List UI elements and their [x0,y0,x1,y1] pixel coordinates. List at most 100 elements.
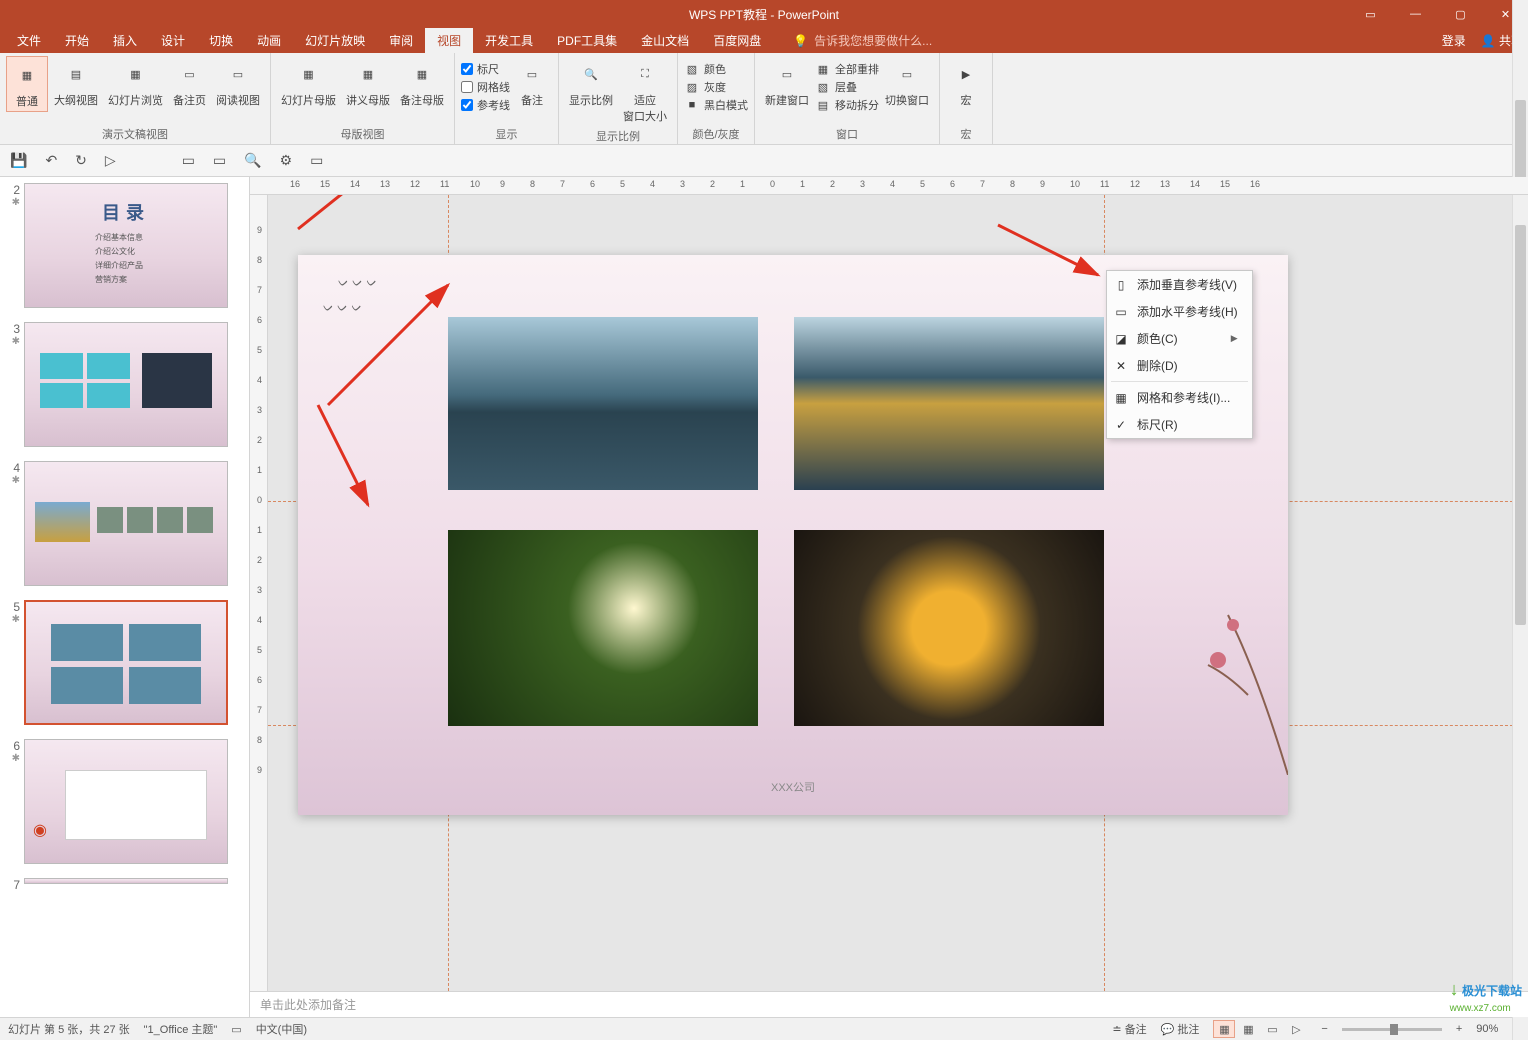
menu-add-vertical-guide[interactable]: ▯添加垂直参考线(V) [1107,271,1252,298]
notes-master-button[interactable]: ▦备注母版 [396,56,448,110]
maximize-button[interactable]: ▢ [1438,0,1483,28]
tab-transitions[interactable]: 切换 [197,28,245,53]
tell-me-search[interactable]: 💡 告诉我您想要做什么... [793,32,932,49]
image-leaf[interactable] [448,530,758,726]
outline-view-button[interactable]: ▤大纲视图 [50,56,102,110]
group-label: 窗口 [761,124,933,142]
notes-toggle[interactable]: ≐ 备注 [1112,1021,1146,1037]
login-link[interactable]: 登录 [1442,32,1466,49]
tab-pdf-tools[interactable]: PDF工具集 [545,28,629,53]
qat-icon-2[interactable]: ▭ [213,152,226,169]
tab-slideshow[interactable]: 幻灯片放映 [293,28,377,53]
undo-button[interactable]: ↶ [45,152,57,169]
image-maple[interactable] [794,530,1104,726]
ribbon-display-icon[interactable]: ▭ [1348,0,1393,28]
slide-thumb-6[interactable]: 6✱ ◉ [6,739,243,864]
tab-developer[interactable]: 开发工具 [473,28,545,53]
menu-add-horizontal-guide[interactable]: ▭添加水平参考线(H) [1107,298,1252,325]
new-window-button[interactable]: ▭新建窗口 [761,56,813,110]
tab-review[interactable]: 审阅 [377,28,425,53]
handout-master-button[interactable]: ▦讲义母版 [342,56,394,110]
tab-file[interactable]: 文件 [5,28,53,53]
slide-thumb-2[interactable]: 2✱ 目录 介绍基本信息 介绍公文化 详细介绍产品 营销方案 [6,183,243,308]
guides-checkbox[interactable]: 参考线 [461,96,510,114]
macros-button[interactable]: ▶宏 [946,56,986,110]
editor-scrollbar[interactable] [1512,195,1528,991]
tab-animations[interactable]: 动画 [245,28,293,53]
grayscale-button[interactable]: ▨灰度 [684,78,748,96]
menu-bar: 文件 开始 插入 设计 切换 动画 幻灯片放映 审阅 视图 开发工具 PDF工具… [0,28,1528,53]
fit-icon: ⛶ [629,58,661,90]
sorter-icon: ▦ [120,58,152,90]
tab-baidu[interactable]: 百度网盘 [701,28,773,53]
annotation-arrow [288,195,488,239]
qat-icon-1[interactable]: ▭ [182,152,195,169]
slide-thumbnails-panel[interactable]: 2✱ 目录 介绍基本信息 介绍公文化 详细介绍产品 营销方案 3✱ 4✱ [0,177,250,1017]
switch-windows-button[interactable]: ▭切换窗口 [881,56,933,110]
arrange-icon: ▦ [815,61,831,77]
title-bar: WPS PPT教程 - PowerPoint ▭ — ▢ ✕ [0,0,1528,28]
new-window-icon: ▭ [771,58,803,90]
slideshow-view-btn[interactable]: ▷ [1285,1020,1307,1038]
tab-insert[interactable]: 插入 [101,28,149,53]
fit-window-button[interactable]: ⛶适应窗口大小 [619,56,671,126]
normal-view-button[interactable]: ▦普通 [6,56,48,112]
minimize-button[interactable]: — [1393,0,1438,28]
spell-check-icon[interactable]: ▭ [231,1023,241,1036]
normal-view-btn[interactable]: ▦ [1213,1020,1235,1038]
tab-design[interactable]: 设计 [149,28,197,53]
vertical-ruler[interactable]: 9876543210123456789 [250,195,268,991]
menu-grid-and-guides[interactable]: ▦网格和参考线(I)... [1107,384,1252,411]
zoom-button[interactable]: 🔍显示比例 [565,56,617,110]
canvas-area[interactable]: ᨆ ᨆ ᨆ ᨆ ᨆ ᨆ XXX公司 ▯添加垂直参考线(V) ▭ [268,195,1528,991]
arrange-all-button[interactable]: ▦全部重排 [815,60,879,78]
tab-home[interactable]: 开始 [53,28,101,53]
move-split-button[interactable]: ▤移动拆分 [815,96,879,114]
menu-ruler[interactable]: ✓标尺(R) [1107,411,1252,438]
zoom-in-button[interactable]: + [1456,1023,1462,1035]
v-guide-icon: ▯ [1114,278,1128,292]
sorter-view-btn[interactable]: ▦ [1237,1020,1259,1038]
slide-master-icon: ▦ [293,58,325,90]
comments-toggle[interactable]: 💬 批注 [1161,1021,1200,1037]
save-button[interactable]: 💾 [10,152,27,169]
qat-icon-4[interactable]: ⚙ [280,152,293,169]
window-title: WPS PPT教程 - PowerPoint [689,6,839,23]
slide-sorter-button[interactable]: ▦幻灯片浏览 [104,56,167,110]
qat-icon-5[interactable]: ▭ [310,152,323,169]
redo-button[interactable]: ↻ [75,152,87,169]
slide-master-button[interactable]: ▦幻灯片母版 [277,56,340,110]
slide-thumb-5[interactable]: 5✱ [6,600,243,725]
zoom-out-button[interactable]: − [1321,1023,1327,1035]
quick-access-toolbar: 💾 ↶ ↻ ▷ ▭ ▭ 🔍 ⚙ ▭ [0,145,1528,177]
slide-counter[interactable]: 幻灯片 第 5 张，共 27 张 [8,1021,130,1037]
zoom-percent[interactable]: 90% [1476,1023,1498,1035]
theme-name[interactable]: "1_Office 主题" [144,1021,218,1037]
company-text[interactable]: XXX公司 [771,779,815,795]
tab-kingsoft[interactable]: 金山文档 [629,28,701,53]
menu-delete[interactable]: ✕删除(D) [1107,352,1252,379]
group-label: 颜色/灰度 [684,124,748,142]
notes-pane[interactable]: 单击此处添加备注 [250,991,1528,1017]
gridlines-checkbox[interactable]: 网格线 [461,78,510,96]
menu-color[interactable]: ◪颜色(C)▶ [1107,325,1252,352]
zoom-slider[interactable] [1342,1028,1442,1031]
tab-view[interactable]: 视图 [425,28,473,53]
slide-thumb-3[interactable]: 3✱ [6,322,243,447]
reading-view-button[interactable]: ▭阅读视图 [212,56,264,110]
cascade-button[interactable]: ▧层叠 [815,78,879,96]
slide-thumb-4[interactable]: 4✱ [6,461,243,586]
notes-page-button[interactable]: ▭备注页 [169,56,210,110]
start-from-beginning-button[interactable]: ▷ [105,152,116,169]
horizontal-ruler[interactable]: 1615141312111098765432101234567891011121… [250,177,1528,195]
image-autumn[interactable] [794,317,1104,490]
ruler-checkbox[interactable]: 标尺 [461,60,510,78]
color-button[interactable]: ▧颜色 [684,60,748,78]
group-label: 显示比例 [565,126,671,144]
notes-button[interactable]: ▭备注 [512,56,552,110]
reading-view-btn[interactable]: ▭ [1261,1020,1283,1038]
slide-thumb-7[interactable]: 7 [6,878,243,892]
language-indicator[interactable]: 中文(中国) [256,1021,307,1037]
bw-button[interactable]: ■黑白模式 [684,96,748,114]
qat-icon-3[interactable]: 🔍 [244,152,261,169]
